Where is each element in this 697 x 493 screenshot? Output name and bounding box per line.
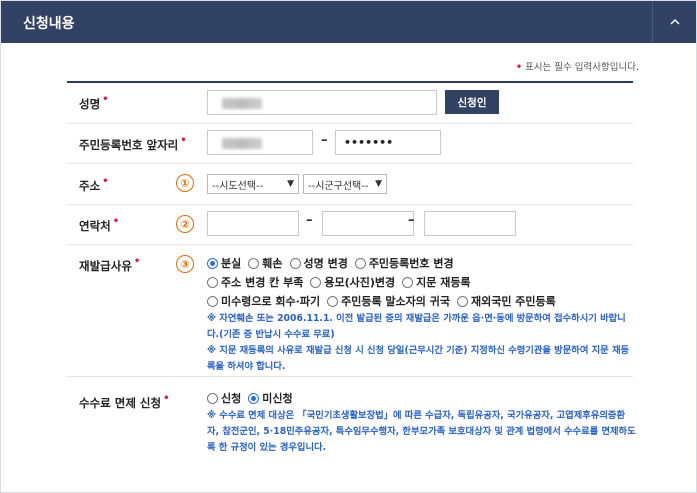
collapse-button[interactable] [652,1,696,43]
application-panel: 신청내용 • 표시는 필수 입력사항입니다. 성명 • 신청인 주민등록번호 앞자… [0,0,697,493]
label-name: 성명 • [79,94,109,111]
reason-options-line1: 분실 훼손 성명 변경 주민등록번호 변경 [207,255,461,271]
panel-header: 신청내용 [1,1,696,43]
applicant-button[interactable]: 신청인 [445,90,499,114]
phone-dash-2: – [408,213,415,228]
fee-note: ※ 수수료 면제 대상은 「국민기초생활보장법」에 따른 수급자, 독립유공자,… [207,410,636,453]
reason-radio-return[interactable]: 주민등록 말소자의 귀국 [327,293,450,309]
reason-radio-damaged[interactable]: 훼손 [248,255,283,271]
label-reason: 재발급사유 • [79,256,141,273]
fee-radio-not-apply[interactable]: 미신청 [248,390,293,406]
reason-options-line3: 미수령으로 회수·파기 주민등록 말소자의 귀국 재외국민 주민등록 [207,293,563,309]
label-fee: 수수료 면제 신청 • [79,393,170,410]
required-note: • 표시는 필수 입력사항입니다. [516,59,639,73]
panel-title: 신청내용 [23,16,75,32]
phone-part1-field[interactable] [207,211,299,236]
fee-radio-apply[interactable]: 신청 [207,390,241,406]
row-name: 성명 • 신청인 [67,82,633,124]
name-field[interactable] [207,90,437,115]
chevron-up-icon [669,18,680,25]
rrn-dash: – [321,133,328,148]
phone-dash-1: – [306,213,313,228]
row-reason: 재발급사유 • ③ 분실 훼손 성명 변경 주민등록번호 변경 주소 변경 칸 부… [67,245,633,377]
reason-note-1: ※ 자연훼손 또는 2006.11.1. 이전 발급된 증의 재발급은 가까운 … [207,313,626,340]
row-rrn: 주민등록번호 앞자리 • – ••••••• [67,124,633,164]
step-marker-2: ② [176,215,194,233]
chevron-down-icon: ▼ [287,179,294,189]
reason-radio-photo-change[interactable]: 용모(사진)변경 [310,274,395,290]
reason-radio-fingerprint[interactable]: 지문 재등록 [402,274,471,290]
chevron-down-icon: ▼ [375,179,382,189]
row-contact: 연락처 • ② – – [67,205,633,245]
label-rrn: 주민등록번호 앞자리 • [79,135,187,152]
label-contact: 연락처 • [79,216,120,233]
rrn-front-field[interactable] [207,130,313,155]
reason-radio-rrn-change[interactable]: 주민등록번호 변경 [354,255,454,271]
row-address: 주소 • ① --시도선택-- ▼ --시군구선택-- ▼ [67,164,633,205]
fee-options: 신청 미신청 [207,390,300,406]
reason-radio-overseas[interactable]: 재외국민 주민등록 [456,293,556,309]
reason-radio-lost[interactable]: 분실 [207,255,241,271]
step-marker-3: ③ [176,255,194,273]
required-dot: • [515,62,523,73]
step-marker-1: ① [176,174,194,192]
row-fee: 수수료 면제 신청 • 신청 미신청 ※ 수수료 면제 대상은 「국민기초생활보장… [67,377,636,467]
reason-radio-unreceived[interactable]: 미수령으로 회수·파기 [207,293,320,309]
reason-note-2: ※ 지문 재등록의 사유로 재발급 신청 시 신청 당일(근무시간 기준) 지정… [207,345,630,372]
reason-radio-name-change[interactable]: 성명 변경 [289,255,348,271]
phone-part2-field[interactable] [322,211,414,236]
reason-radio-address-space[interactable]: 주소 변경 칸 부족 [207,274,303,290]
sigungu-select[interactable]: --시군구선택-- ▼ [303,174,387,194]
label-address: 주소 • [79,176,109,193]
masked-value [222,138,262,149]
reason-options-line2: 주소 변경 칸 부족 용모(사진)변경 지문 재등록 [207,274,478,290]
rrn-back-field[interactable]: ••••••• [335,130,441,155]
sido-select[interactable]: --시도선택-- ▼ [207,174,299,194]
masked-value [222,98,262,109]
required-note-text: 표시는 필수 입력사항입니다. [525,62,639,73]
phone-part3-field[interactable] [424,211,516,236]
